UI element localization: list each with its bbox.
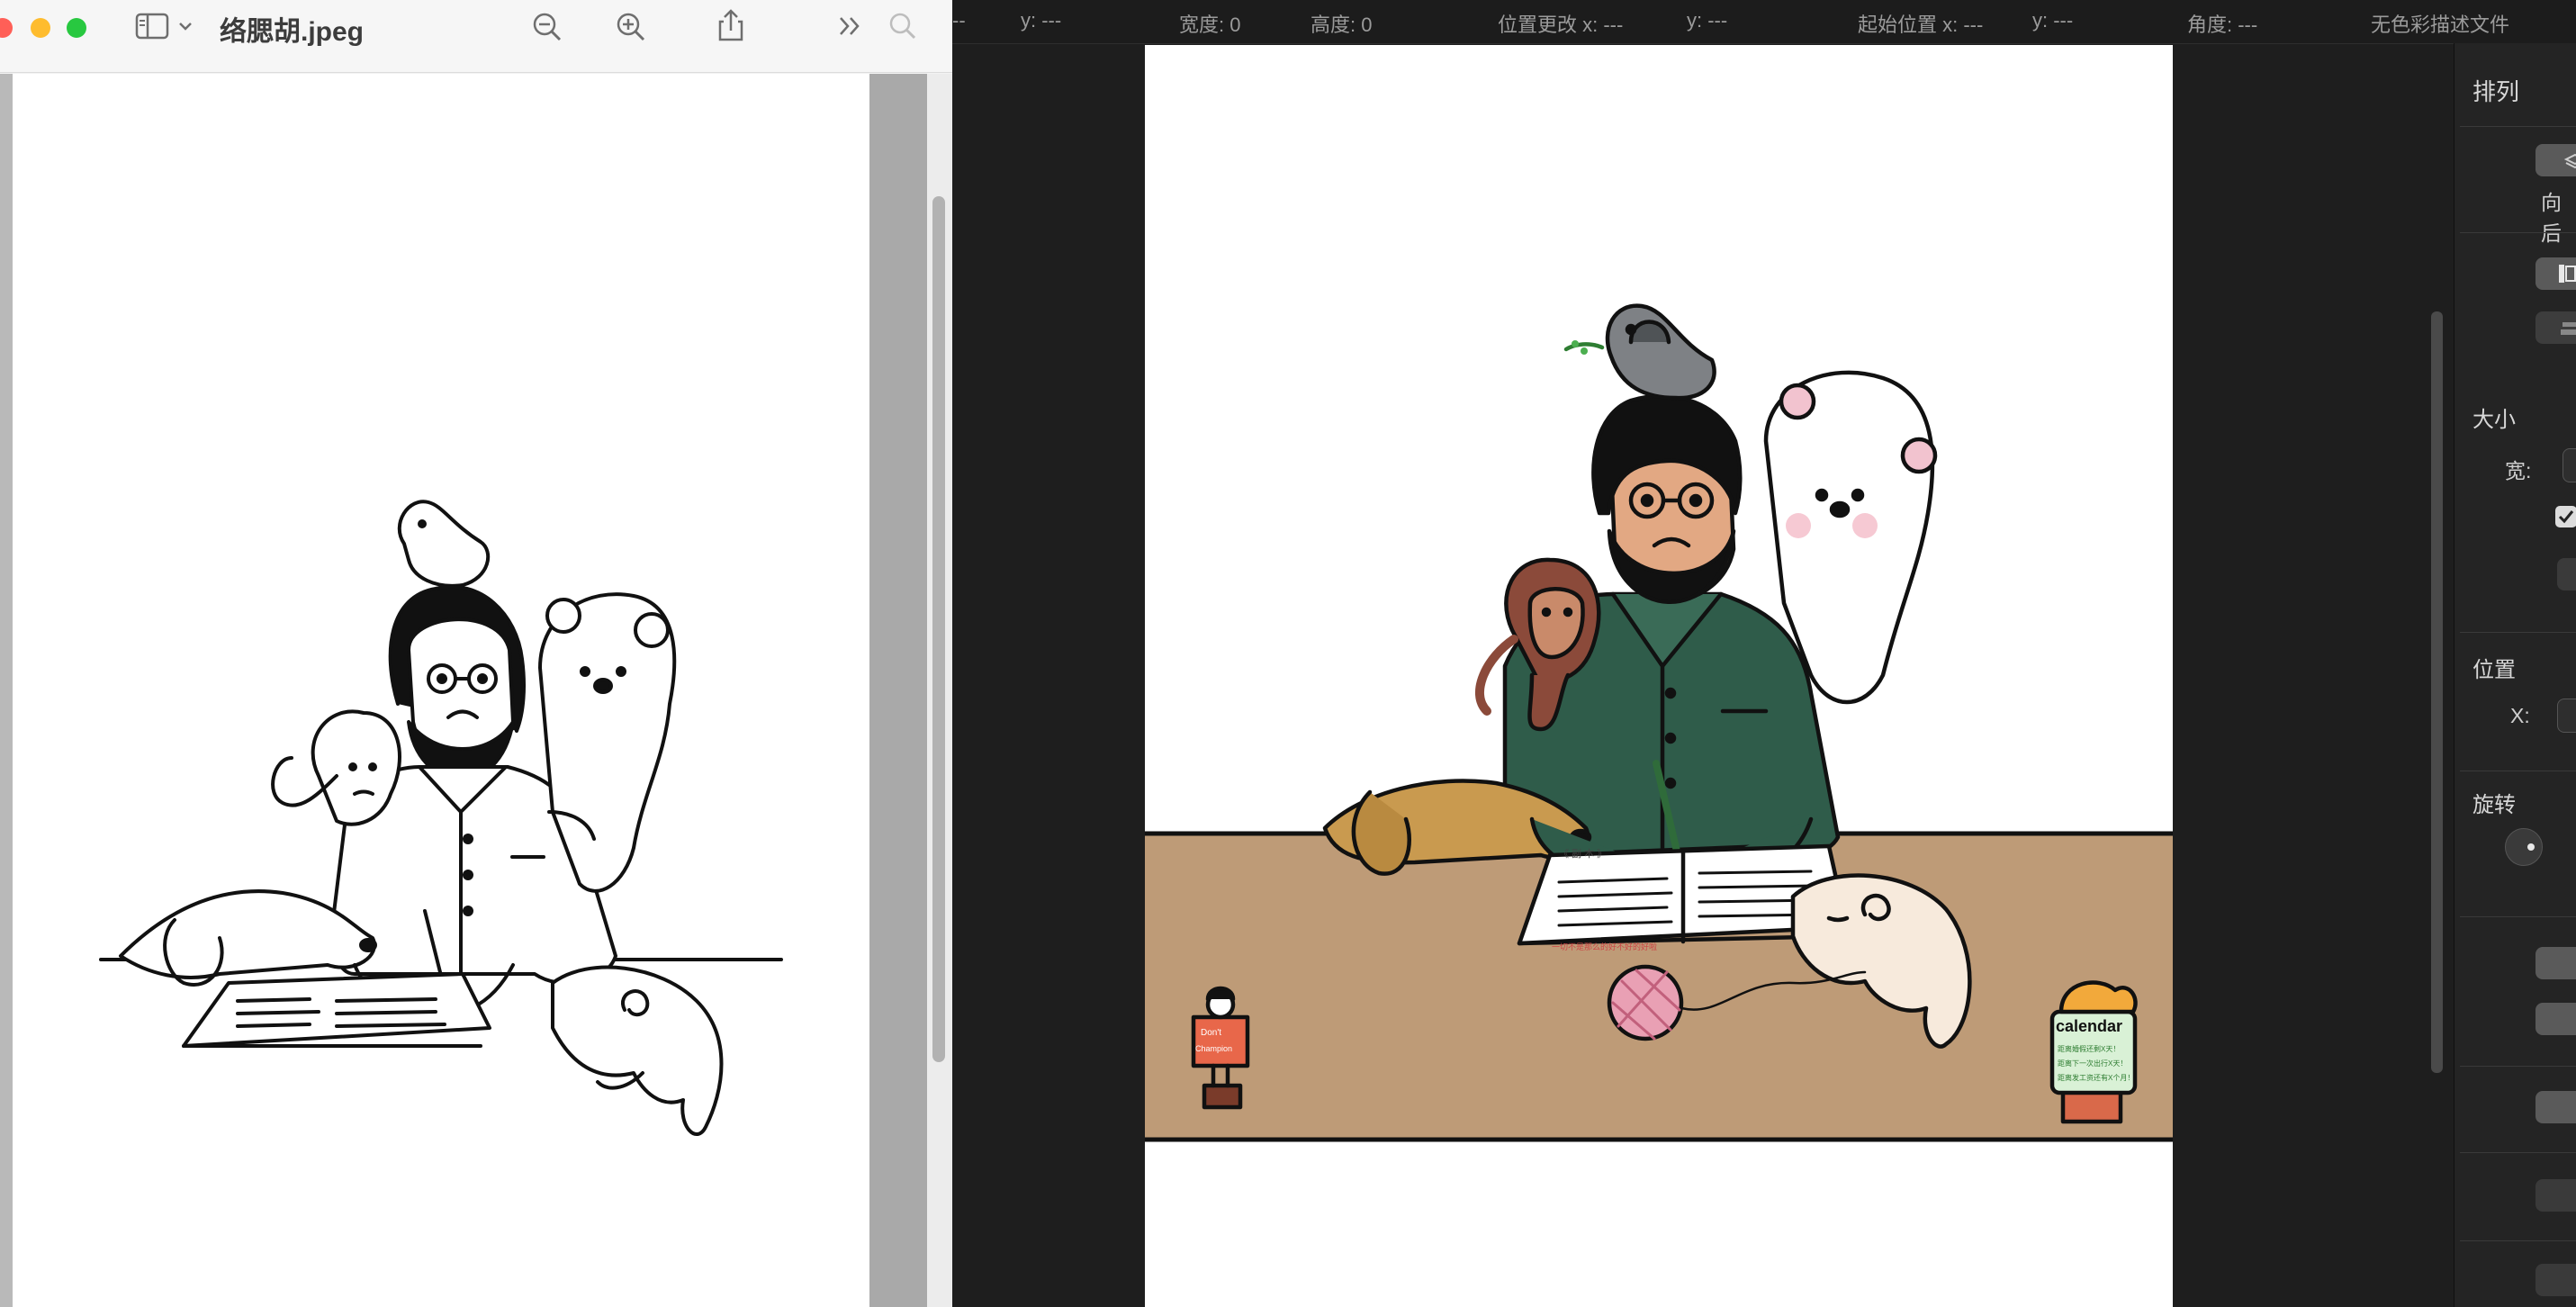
- divider: [2460, 916, 2576, 917]
- send-backward-label: 向后: [2541, 191, 2562, 245]
- rotation-dial[interactable]: [2505, 828, 2543, 866]
- constrain-proportions-checkbox[interactable]: [2555, 506, 2576, 527]
- divider: [2460, 126, 2576, 127]
- divider: [2460, 1152, 2576, 1153]
- info-start-y: y: ---: [2032, 9, 2074, 32]
- page-gutter-right: [869, 74, 927, 1307]
- info-color-profile: 无色彩描述文件: [2371, 14, 2510, 36]
- notebook-footer: 一切不是那么的好不好的好啦: [1552, 942, 1657, 951]
- more-chevrons-icon[interactable]: [837, 14, 864, 38]
- info-y-change: y: ---: [1687, 9, 1728, 32]
- info-bar: -- y: --- 宽度: 0 高度: 0 位置更改 x: --- y: ---…: [952, 0, 2576, 44]
- align-center-button[interactable]: [2535, 311, 2576, 344]
- zoom-out-icon[interactable]: [531, 11, 563, 43]
- info-height: 高度: 0: [1311, 14, 1373, 36]
- editor-window: -- y: --- 宽度: 0 高度: 0 位置更改 x: --- y: ---…: [952, 0, 2576, 1307]
- info-position-change: 位置更改 x: ---: [1498, 14, 1624, 36]
- calendar-line-2: 距离下一次出行X天！: [2058, 1059, 2127, 1068]
- editor-scrollbar[interactable]: [2431, 311, 2443, 1073]
- calendar-title: calendar: [2056, 1017, 2122, 1035]
- hide-button[interactable]: 隐: [2535, 1003, 2576, 1035]
- sidebar-toggle-icon[interactable]: [135, 13, 198, 41]
- info-start-x: 起始位置 x: ---: [1858, 14, 1984, 36]
- divider: [2460, 632, 2576, 633]
- figurine-text-2: Champion: [1195, 1044, 1232, 1053]
- search-icon[interactable]: [887, 11, 920, 43]
- position-heading: 位置: [2472, 658, 2516, 682]
- inspector-button[interactable]: [2535, 1264, 2576, 1296]
- page-gutter-left: [0, 74, 13, 1307]
- share-icon[interactable]: [715, 7, 747, 43]
- close-button[interactable]: [0, 18, 13, 38]
- document-title: 络腮胡.jpeg: [220, 17, 365, 47]
- size-option-button[interactable]: [2557, 558, 2576, 590]
- width-field[interactable]: [2562, 448, 2576, 482]
- zoom-button[interactable]: [67, 18, 86, 38]
- calendar-line-1: 距离婚假还剩X天！: [2058, 1044, 2120, 1053]
- arrange-heading: 排列: [2472, 78, 2520, 105]
- preview-scrollbar-thumb[interactable]: [932, 196, 945, 1062]
- x-field[interactable]: [2557, 699, 2576, 733]
- inspector-button[interactable]: [2535, 1179, 2576, 1212]
- align-left-button[interactable]: [2535, 257, 2576, 290]
- calendar-line-3: 距离发工资还有X个月！: [2058, 1073, 2134, 1082]
- info-dash: --: [952, 9, 966, 32]
- figurine-text-1: Don't: [1201, 1028, 1221, 1038]
- send-backward-button[interactable]: [2535, 144, 2576, 176]
- edited-image[interactable]: 《 副 本 》 一切不是那么的好不好的好啦 Don't Champion cal…: [1145, 45, 2173, 1307]
- lock-button[interactable]: 锁: [2535, 947, 2576, 979]
- inspector-panel: 排列 向后 大小 宽: 位置 X: 旋转 锁 隐 群: [2454, 43, 2576, 1307]
- preview-toolbar: 络腮胡.jpeg: [0, 0, 952, 73]
- divider: [2460, 1066, 2576, 1067]
- x-label: X:: [2510, 704, 2530, 727]
- zoom-in-icon[interactable]: [615, 11, 647, 43]
- notebook-label: 《 副 本 》: [1559, 847, 1607, 860]
- rotate-heading: 旋转: [2472, 793, 2516, 817]
- preview-window: 络腮胡.jpeg: [0, 0, 952, 1307]
- info-y: y: ---: [1021, 9, 1062, 32]
- group-button[interactable]: 群: [2535, 1091, 2576, 1123]
- width-label: 宽:: [2505, 459, 2532, 482]
- minimize-button[interactable]: [31, 18, 50, 38]
- size-heading: 大小: [2472, 408, 2516, 432]
- info-angle: 角度: ---: [2187, 14, 2258, 36]
- preview-image: [13, 74, 869, 1307]
- info-width: 宽度: 0: [1179, 14, 1241, 36]
- divider: [2460, 232, 2576, 233]
- divider: [2460, 1240, 2576, 1241]
